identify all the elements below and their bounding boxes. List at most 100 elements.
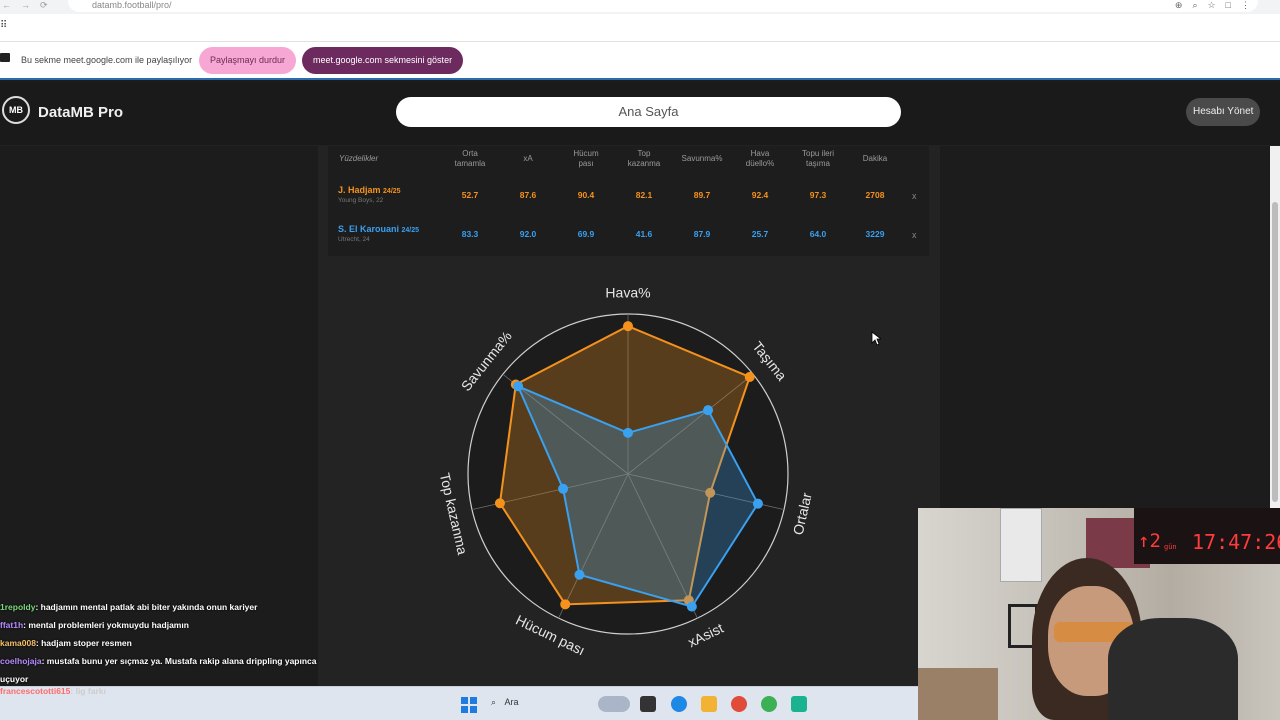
table-header[interactable]: Orta tamamla [455,149,486,169]
windows-taskbar: ⌕ Ara [0,686,918,720]
chat-username[interactable]: ffat1h [0,620,23,630]
timer-days-label: gün [1164,543,1177,551]
folder-icon[interactable] [701,696,717,712]
file-explorer-dark-icon[interactable] [640,696,656,712]
chat-line: coelhojaja: mustafa bunu yer sıçmaz ya. … [0,652,420,670]
chat-line: ffat1h: mental problemleri yokmuydu hadj… [0,616,420,634]
chat-message: : hadjam stoper resmen [35,638,132,648]
player-club: Young Boys, 22 [338,197,384,204]
table-cell: 83.3 [461,229,479,239]
home-search-bar[interactable]: Ana Sayfa [396,97,901,127]
chat-message: uçuyor [0,674,29,684]
table-header[interactable]: Hava düello% [746,149,774,169]
radar-point [752,498,763,509]
percentile-table: Yüzdelikler Orta tamamla xA Hücum pası Top kaz… [328,146,929,256]
scroll-thumb[interactable] [1272,202,1278,502]
chat-line: kama008: hadjam stoper resmen [0,634,420,652]
sharing-notice: Bu sekme meet.google.com ile paylaşılıyo… [21,55,193,65]
table-header[interactable]: Top kazanma [628,149,660,169]
show-meet-tab-button[interactable]: meet.google.com sekmesini göster [302,47,464,74]
table-row: S. El Karouani 24/25 Utrecht, 24 83.3 92.0 6… [328,219,929,257]
chat-message: : lig farkı [70,686,106,696]
apps-icon[interactable]: ⠿ [0,20,7,31]
windows-start-icon[interactable] [461,697,477,713]
chat-username[interactable]: 1repoldy [0,602,35,612]
table-cell: 64.0 [809,229,827,239]
radar-point [744,371,755,382]
table-cell: 52.7 [461,190,479,200]
chat-username[interactable]: kama008 [0,638,36,648]
table-cell: 92.4 [751,190,769,200]
table-cell: 89.7 [693,190,711,200]
table-cell: 92.0 [519,229,537,239]
screen-share-icon [0,53,10,62]
chat-username[interactable]: coelhojaja [0,656,42,666]
countdown-timer: ↑2 gün 17:47:26 [1134,508,1280,564]
radar-axis-label: Top kazanma [437,471,471,556]
weather-icon[interactable] [598,696,630,712]
radar-point [513,381,524,392]
app-icon[interactable] [791,696,807,712]
table-cell: 82.1 [635,190,653,200]
datamb-logo[interactable]: MB [2,96,30,124]
chat-message: : mustafa bunu yer sıçmaz ya. Mustafa ra… [41,656,317,666]
chat-message: : hadjamın mental patlak abi biter yakın… [35,602,258,612]
nav-buttons[interactable]: ←→⟳ [2,0,58,11]
stream-chat: 1repoldy: hadjamın mental patlak abi bit… [0,598,420,688]
url-text: datamb.football/pro/ [92,0,172,10]
table-cell: 87.9 [693,229,711,239]
radar-point [558,483,569,494]
radar-point [494,498,505,509]
bookmarks-bar: ⠿ [0,14,1280,42]
table-cell: 87.6 [519,190,537,200]
edge-icon[interactable] [671,696,687,712]
page-scrollbar[interactable] [1270,146,1280,508]
chat-username: francescototti615 [0,686,71,696]
table-header[interactable]: Topu ileri taşıma [802,149,834,169]
chat-line: 1repoldy: hadjamın mental patlak abi bit… [0,598,420,616]
chrome-icon[interactable] [731,696,747,712]
radar-point [623,321,633,332]
radar-point [623,427,633,438]
table-header[interactable]: xA [523,154,532,164]
remove-player-button[interactable]: x [912,230,917,240]
radar-axis-label: Hava% [605,285,650,301]
table-header[interactable]: Hücum pası [573,149,598,169]
timer-time: 17:47:26 [1192,530,1280,554]
taskbar-search[interactable]: ⌕ Ara [491,697,519,708]
tab-sharing-bar: Bu sekme meet.google.com ile paylaşılıyo… [0,42,1280,80]
brand-name[interactable]: DataMB Pro [38,104,123,121]
chat-message: : mental problemleri yokmuydu hadjamın [23,620,189,630]
table-cell: 69.9 [577,229,595,239]
radar-axis-label: xAsist [685,620,726,651]
stop-sharing-button[interactable]: Paylaşmayı durdur [199,47,297,74]
address-bar[interactable]: datamb.football/pro/ [68,0,1258,12]
chat-line-bottom: francescototti615: lig farkı [0,686,106,696]
table-cell: 90.4 [577,190,595,200]
table-cell: 2708 [865,190,885,200]
table-cell: 25.7 [751,229,769,239]
radar-point [703,405,714,416]
table-header[interactable]: Dakika [863,154,887,164]
radar-point [574,569,585,580]
radar-point [686,601,697,612]
browser-toolbar: ←→⟳ datamb.football/pro/ ⊕⌕☆□⋮ [0,0,1280,14]
table-cell: 41.6 [635,229,653,239]
chrome-profile-icon[interactable] [761,696,777,712]
manage-account-button[interactable]: Hesabı Yönet [1186,98,1261,126]
player-club: Utrecht, 24 [338,236,370,243]
mouse-cursor-icon [871,331,881,346]
timer-days: ↑2 [1138,530,1161,552]
toolbar-icons[interactable]: ⊕⌕☆□⋮ [1175,0,1260,11]
table-header-percentiles: Yüzdelikler [339,154,379,163]
table-row: J. Hadjam 24/25 Young Boys, 22 52.7 87.6 90.… [328,180,929,218]
table-cell: 97.3 [809,190,827,200]
player-name[interactable]: J. Hadjam 24/25 [338,185,401,195]
right-background [940,146,1270,508]
player-name[interactable]: S. El Karouani 24/25 [338,224,419,234]
remove-player-button[interactable]: x [912,191,917,201]
radar-axis-label: Ortalar [790,491,815,537]
taskbar-search-label: Ara [504,697,519,707]
table-header[interactable]: Savunma% [682,154,723,164]
radar-point [560,599,571,610]
